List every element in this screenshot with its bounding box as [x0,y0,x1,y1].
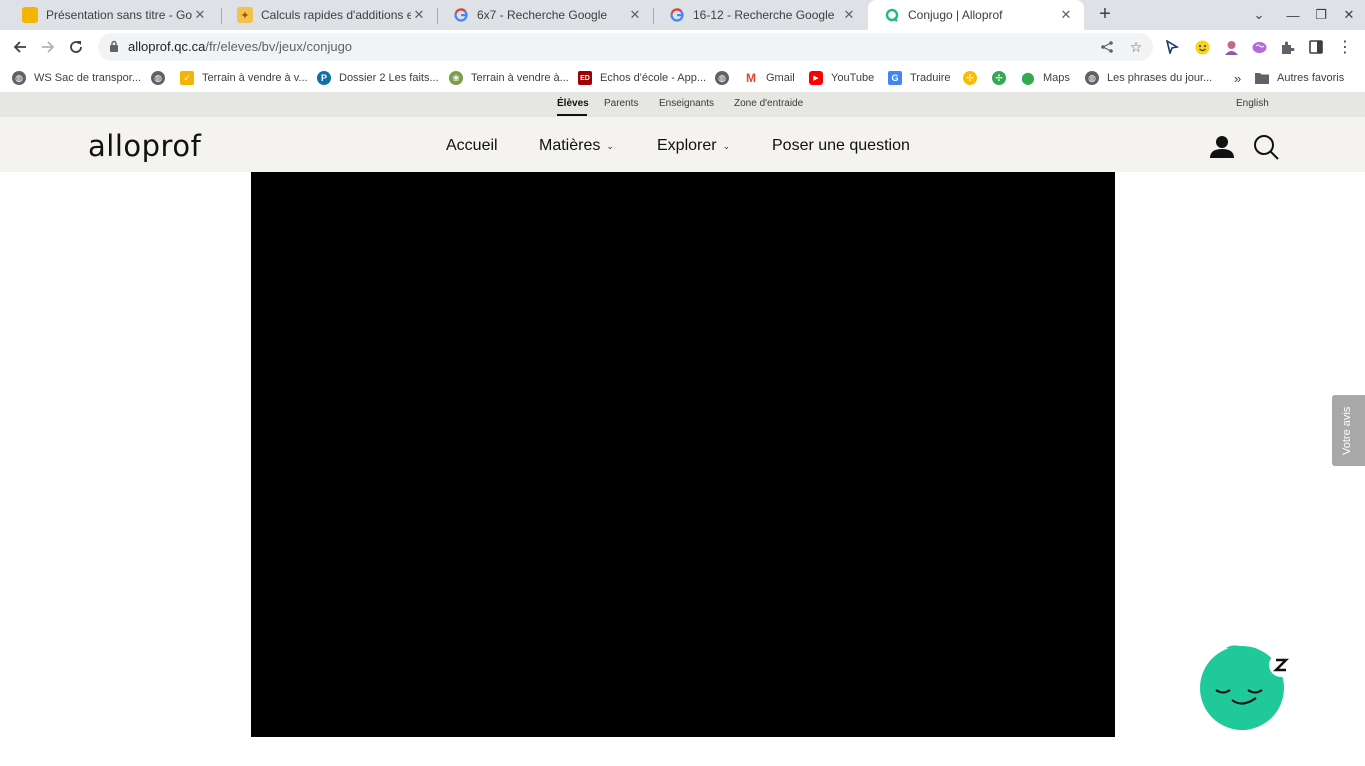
bookmark-item[interactable]: ◍ WS Sac de transpor... [12,68,141,88]
bookmark-item[interactable]: M Gmail [744,68,795,88]
alloprof-icon [884,7,900,23]
bookmark-item[interactable]: P Dossier 2 Les faits... [317,68,439,88]
tab-conjugo[interactable]: Conjugo | Alloprof ✕ [868,0,1084,30]
menu-icon[interactable]: ⋮ [1336,38,1354,56]
nav-subjects-menu[interactable]: Matières ⌄ [539,137,614,155]
tab-title: Conjugo | Alloprof [908,8,1003,22]
search-icon[interactable] [1253,134,1279,160]
reload-icon[interactable] [64,35,88,59]
other-bookmarks-folder[interactable]: Autres favoris [1255,68,1344,88]
close-icon[interactable]: ✕ [411,7,427,23]
puzzle-icon[interactable] [1278,38,1296,56]
youtube-icon: ▶ [809,71,823,85]
globe-icon: ◍ [1085,71,1099,85]
google-icon [669,7,685,23]
nav-ask-question-link[interactable]: Poser une question [772,137,910,155]
nav-home-link[interactable]: Accueil [446,137,498,155]
tab-calculs[interactable]: ✦ Calculs rapides d'additions et de ✕ [221,0,437,30]
close-icon[interactable]: ✕ [1058,7,1074,23]
user-icon[interactable] [1209,134,1235,160]
bookmark-item[interactable]: ✢ [992,68,1014,88]
tab-title: Présentation sans titre - Google S [46,8,192,22]
leaf-icon: ❀ [449,71,463,85]
forward-icon[interactable] [36,35,60,59]
globe-icon: ◍ [715,71,729,85]
audience-students-link[interactable]: Élèves [557,98,589,109]
translate-icon: G [888,71,902,85]
restore-icon[interactable]: ❐ [1308,0,1334,30]
bookmark-item[interactable]: ◍ [715,68,737,88]
bookmark-item[interactable]: G Traduire [888,68,951,88]
google-icon [453,7,469,23]
bookmark-item[interactable]: ⬤ Maps [1021,68,1070,88]
star-icon[interactable]: ☆ [1127,38,1145,56]
nav-explore-menu[interactable]: Explorer ⌄ [657,137,730,155]
new-tab-button[interactable]: + [1094,3,1116,27]
bookmarks-bar: ◍ WS Sac de transpor... ◍ ✓ Terrain à vend… [0,64,1365,92]
close-icon[interactable]: ✕ [841,7,857,23]
feedback-tab[interactable]: Votre avis [1332,395,1365,466]
close-icon[interactable]: ✕ [192,7,208,23]
globe-icon: ◍ [12,71,26,85]
tab-search-icon[interactable]: ⌄ [1246,0,1272,30]
chevron-down-icon: ⌄ [606,140,614,151]
folder-icon [1255,73,1269,84]
checkbox-icon: ✓ [180,71,194,85]
brain-extension-icon[interactable] [1250,38,1268,56]
side-panel-icon[interactable] [1307,38,1325,56]
lock-icon[interactable] [109,40,119,52]
share-icon[interactable] [1098,38,1116,56]
tab-strip: Présentation sans titre - Google S ✕ ✦ C… [0,0,1365,30]
audience-parents-link[interactable]: Parents [604,98,638,109]
url-text[interactable]: alloprof.qc.ca/fr/eleves/bv/jeux/conjugo [128,39,352,54]
game-frame[interactable] [251,172,1115,737]
bookmark-item[interactable]: ❀ Terrain à vendre à... [449,68,569,88]
site-header: alloprof Accueil Matières ⌄ Explorer ⌄ Pos… [0,117,1365,172]
language-link[interactable]: English [1236,98,1269,109]
pinterest-icon: P [317,71,331,85]
tab-presentation[interactable]: Présentation sans titre - Google S ✕ [6,0,218,30]
bookmark-item[interactable]: ◍ Les phrases du jour... [1085,68,1212,88]
address-bar[interactable]: alloprof.qc.ca/fr/eleves/bv/jeux/conjugo… [98,33,1153,61]
audience-teachers-link[interactable]: Enseignants [659,98,714,109]
globe-icon: ◍ [151,71,165,85]
ed-icon: ED [578,71,592,85]
games-icon: ✦ [237,7,253,23]
cursor-extension-icon[interactable] [1163,38,1181,56]
minimize-icon[interactable]: — [1280,0,1306,30]
tab-title: 16-12 - Recherche Google [693,8,835,22]
close-icon[interactable]: ✕ [627,7,643,23]
chevron-down-icon: ⌄ [722,140,731,151]
google-slides-icon [22,7,38,23]
help-zone-link[interactable]: Zone d'entraide [734,98,803,109]
back-icon[interactable] [8,35,32,59]
bookmark-item[interactable]: ED Echos d'école - App... [578,68,706,88]
bookmark-item[interactable]: ✓ Terrain à vendre à v... [180,68,308,88]
pinwheel-icon: ✢ [963,71,977,85]
tab-16-12[interactable]: 16-12 - Recherche Google ✕ [653,0,867,30]
gmail-icon: M [744,71,758,85]
maps-pin-icon: ⬤ [1021,71,1035,85]
bookmark-item[interactable]: ◍ [151,68,173,88]
sleeping-mascot-chat-button[interactable] [1196,640,1292,736]
active-underline [557,114,587,116]
audience-bar: Élèves Parents Enseignants Zone d'entrai… [0,92,1365,117]
tab-title: Calculs rapides d'additions et de [261,8,411,22]
alloprof-logo[interactable]: alloprof [88,129,201,163]
pinwheel-icon: ✢ [992,71,1006,85]
bookmarks-overflow-button[interactable]: » [1234,68,1241,88]
tab-6x7[interactable]: 6x7 - Recherche Google ✕ [437,0,653,30]
smiley-extension-icon[interactable] [1193,38,1211,56]
bookmark-item[interactable]: ▶ YouTube [809,68,874,88]
tab-title: 6x7 - Recherche Google [477,8,608,22]
avatar-extension-icon[interactable] [1222,38,1240,56]
window-close-icon[interactable]: ✕ [1336,0,1362,30]
browser-toolbar: alloprof.qc.ca/fr/eleves/bv/jeux/conjugo… [0,30,1365,64]
bookmark-item[interactable]: ✢ [963,68,985,88]
